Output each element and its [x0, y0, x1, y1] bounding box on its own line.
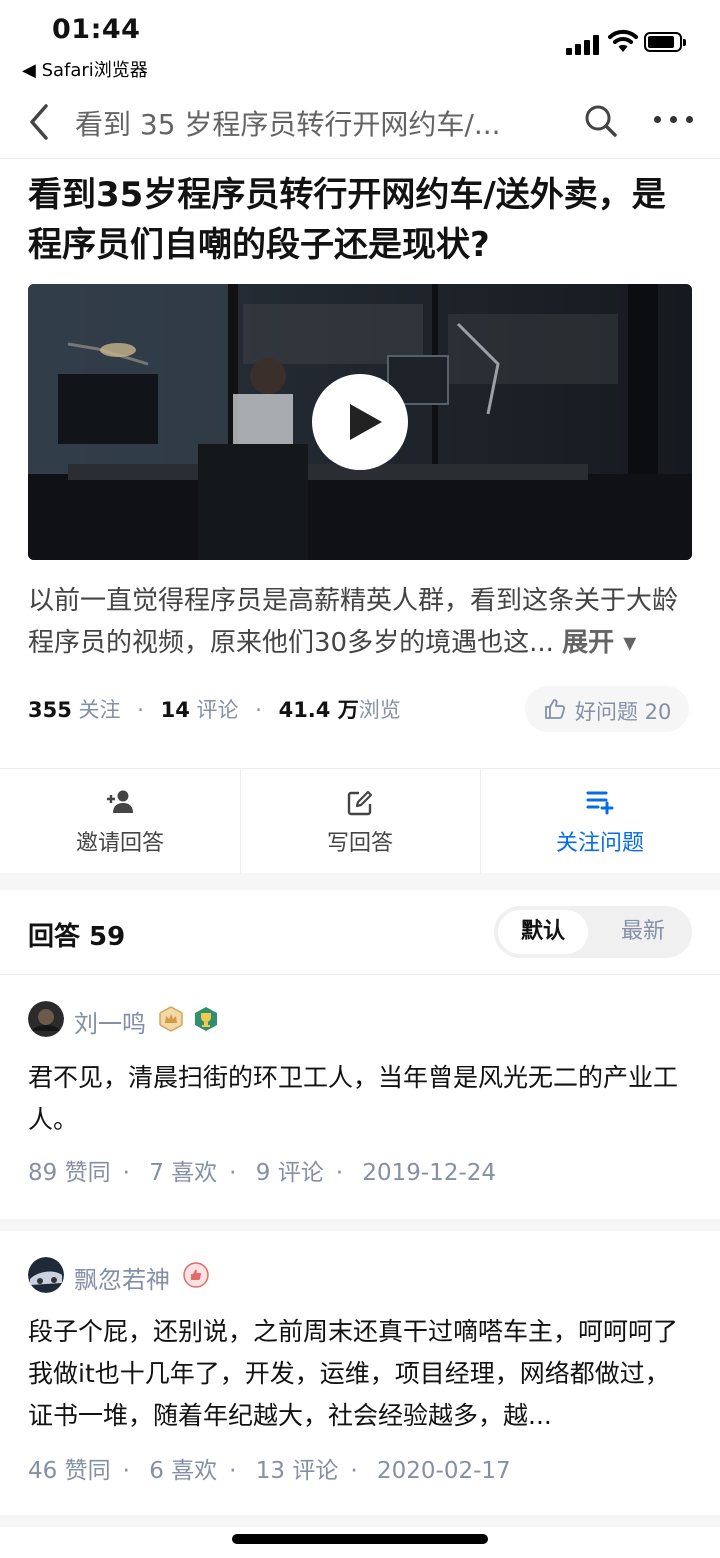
- write-answer-button[interactable]: 写回答: [240, 769, 480, 873]
- trophy-badge-icon: [195, 1007, 217, 1031]
- answer-date: 2019-12-24: [362, 1160, 497, 1186]
- crown-badge-icon: [159, 1006, 183, 1032]
- section-divider: [0, 1219, 720, 1231]
- comment-count: 9 评论: [255, 1160, 324, 1186]
- invite-answer-button[interactable]: 邀请回答: [0, 769, 240, 873]
- status-time: 01:44: [52, 14, 141, 45]
- cellular-signal-icon: [566, 33, 602, 55]
- like-badge-icon: [183, 1262, 209, 1288]
- answer-author[interactable]: 刘一鸣: [74, 1004, 146, 1039]
- followers-count: 355: [28, 698, 72, 722]
- answer-date: 2020-02-17: [376, 1458, 511, 1484]
- more-icon[interactable]: [654, 116, 694, 126]
- question-description: 以前一直觉得程序员是高薪精英人群，看到这条关于大龄程序员的视频，原来他们30多岁…: [28, 580, 692, 664]
- write-answer-label: 写回答: [326, 831, 393, 856]
- answer-item[interactable]: 飘忽若神 段子个屁，还别说，之前周末还真干过嘀嗒车主，呵呵呵了 我做it也十几年…: [0, 1231, 720, 1515]
- back-chevron-icon[interactable]: [26, 102, 56, 142]
- views-count: 41.4 万: [278, 698, 359, 722]
- comments-label[interactable]: 评论: [197, 698, 239, 722]
- question-video[interactable]: [28, 284, 692, 560]
- upvote-count: 89 赞同: [28, 1160, 111, 1186]
- question-title: 看到35岁程序员转行开网约车/送外卖，是程序员们自嘲的段子还是现状?: [28, 175, 666, 265]
- answers-count: 回答 59: [28, 922, 126, 952]
- add-list-icon: [586, 791, 614, 815]
- good-question-button[interactable]: 好问题 20: [525, 686, 689, 732]
- sort-latest-tab[interactable]: 最新: [598, 910, 688, 954]
- avatar[interactable]: [28, 1001, 64, 1037]
- sort-toggle: 默认 最新: [494, 906, 692, 958]
- play-button[interactable]: [312, 374, 408, 470]
- answer-meta: 46 赞同 · 6 喜欢 · 13 评论 · 2020-02-17: [28, 1458, 511, 1484]
- status-bar: 01:44 ◀ Safari浏览器: [0, 0, 720, 86]
- invite-answer-label: 邀请回答: [75, 831, 164, 856]
- views-label: 浏览: [358, 698, 401, 722]
- question-stats: 355 关注 · 14 评论 · 41.4 万浏览: [28, 698, 401, 722]
- add-user-icon: [107, 790, 133, 813]
- avatar[interactable]: [28, 1257, 64, 1293]
- nav-bar: 看到 35 岁程序员转行开网约车/...: [0, 86, 720, 159]
- favorite-count: 6 喜欢: [149, 1458, 218, 1484]
- sort-default-tab[interactable]: 默认: [498, 910, 588, 954]
- play-icon: [350, 404, 382, 440]
- search-icon[interactable]: [584, 104, 618, 138]
- nav-title: 看到 35 岁程序员转行开网约车/...: [75, 108, 501, 141]
- home-indicator[interactable]: [232, 1534, 488, 1544]
- answer-meta: 89 赞同 · 7 喜欢 · 9 评论 · 2019-12-24: [28, 1160, 497, 1186]
- favorite-count: 7 喜欢: [149, 1160, 218, 1186]
- wifi-icon: [608, 29, 638, 52]
- answer-item[interactable]: 刘一鸣 君不见，清晨扫街的环卫工人，当年曾是风光无二的产业工人。 89 赞同 · …: [0, 975, 720, 1219]
- followers-label: 关注: [78, 698, 121, 722]
- thumbs-up-icon: [545, 699, 566, 719]
- battery-icon: [644, 32, 686, 52]
- answer-excerpt[interactable]: 君不见，清晨扫街的环卫工人，当年曾是风光无二的产业工人。: [28, 1057, 692, 1141]
- comments-count: 14: [160, 698, 190, 722]
- answer-excerpt[interactable]: 段子个屁，还别说，之前周末还真干过嘀嗒车主，呵呵呵了 我做it也十几年了，开发，…: [28, 1311, 692, 1437]
- back-to-safari-link[interactable]: ◀ Safari浏览器: [22, 56, 148, 82]
- follow-question-label: 关注问题: [555, 831, 644, 856]
- section-divider: [0, 1515, 720, 1527]
- upvote-count: 46 赞同: [28, 1458, 111, 1484]
- answer-author[interactable]: 飘忽若神: [74, 1260, 170, 1295]
- edit-icon: [347, 790, 373, 816]
- expand-button[interactable]: 展开 ▾: [562, 628, 636, 658]
- follow-question-button[interactable]: 关注问题: [480, 769, 720, 873]
- comment-count: 13 评论: [255, 1458, 339, 1484]
- action-bar: 邀请回答 写回答 关注问题: [0, 768, 720, 874]
- answers-header: 回答 59 默认 最新: [0, 890, 720, 975]
- good-question-label: 好问题 20: [575, 700, 672, 724]
- section-divider: [0, 873, 720, 890]
